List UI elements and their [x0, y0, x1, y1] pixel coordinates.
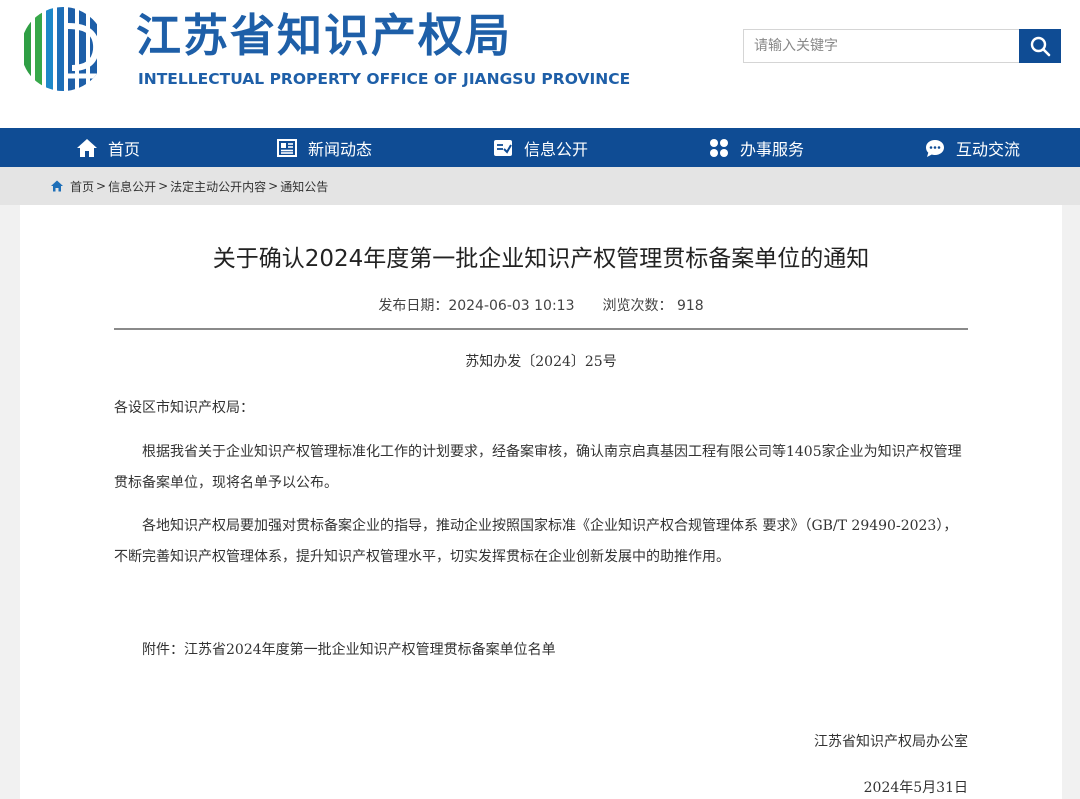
search-button[interactable]	[1019, 29, 1061, 63]
sign-date: 2024年5月31日	[863, 780, 968, 796]
breadcrumb-notices[interactable]: 通知公告	[280, 178, 328, 195]
article-meta: 发布日期：2024-06-03 10:13 浏览次数： 918	[20, 295, 1062, 315]
breadcrumb-separator: >	[96, 179, 107, 193]
breadcrumb-separator: >	[158, 179, 169, 193]
home-icon	[76, 137, 98, 159]
paragraph-1: 根据我省关于企业知识产权管理标准化工作的计划要求，经备案审核，确认南京启真基因工…	[114, 444, 962, 491]
nav-item-services[interactable]: 办事服务	[648, 128, 864, 167]
breadcrumb-separator: >	[268, 179, 279, 193]
breadcrumb-info-public[interactable]: 信息公开	[108, 178, 156, 195]
breadcrumb: 首页 > 信息公开 > 法定主动公开内容 > 通知公告	[0, 167, 1080, 205]
newspaper-icon	[276, 137, 298, 159]
site-header: 江苏省知识产权局 INTELLECTUAL PROPERTY OFFICE OF…	[0, 0, 1080, 128]
search-icon	[1030, 36, 1051, 57]
breadcrumb-statutory[interactable]: 法定主动公开内容	[170, 178, 266, 195]
site-subtitle: INTELLECTUAL PROPERTY OFFICE OF JIANGSU …	[138, 70, 631, 88]
chat-icon	[924, 137, 946, 159]
attachment-link[interactable]: 附件：江苏省2024年度第一批企业知识产权管理贯标备案单位名单	[114, 635, 968, 666]
nav-label: 办事服务	[739, 139, 804, 159]
info-board-icon	[492, 137, 514, 159]
nav-item-info[interactable]: 信息公开	[432, 128, 648, 167]
home-icon	[50, 179, 64, 193]
nav-label: 新闻动态	[307, 139, 372, 159]
nav-item-news[interactable]: 新闻动态	[216, 128, 432, 167]
breadcrumb-home[interactable]: 首页	[70, 178, 94, 195]
nav-item-interact[interactable]: 互动交流	[864, 128, 1080, 167]
signer: 江苏省知识产权局办公室	[814, 734, 968, 750]
view-count: 浏览次数： 918	[602, 298, 704, 314]
document-number: 苏知办发〔2024〕25号	[465, 354, 617, 370]
greeting: 各设区市知识产权局：	[114, 400, 254, 416]
search-input[interactable]	[743, 29, 1019, 63]
nav-label: 信息公开	[523, 139, 588, 159]
grid-icon	[708, 137, 730, 159]
main-nav: 首页 新闻动态 信息公开 办事服务 互动交流	[0, 128, 1080, 167]
nav-label: 首页	[107, 139, 140, 159]
publish-date: 发布日期：2024-06-03 10:13	[378, 298, 575, 314]
logo-emblem-icon[interactable]	[20, 6, 106, 92]
nav-item-home[interactable]: 首页	[0, 128, 216, 167]
article-container: 关于确认2024年度第一批企业知识产权管理贯标备案单位的通知 发布日期：2024…	[20, 205, 1062, 799]
site-title[interactable]: 江苏省知识产权局	[136, 10, 512, 62]
nav-label: 互动交流	[955, 139, 1020, 159]
article-title: 关于确认2024年度第一批企业知识产权管理贯标备案单位的通知	[212, 246, 870, 272]
paragraph-2: 各地知识产权局要加强对贯标备案企业的指导，推动企业按照国家标准《企业知识产权合规…	[114, 518, 958, 565]
title-divider	[114, 328, 968, 330]
